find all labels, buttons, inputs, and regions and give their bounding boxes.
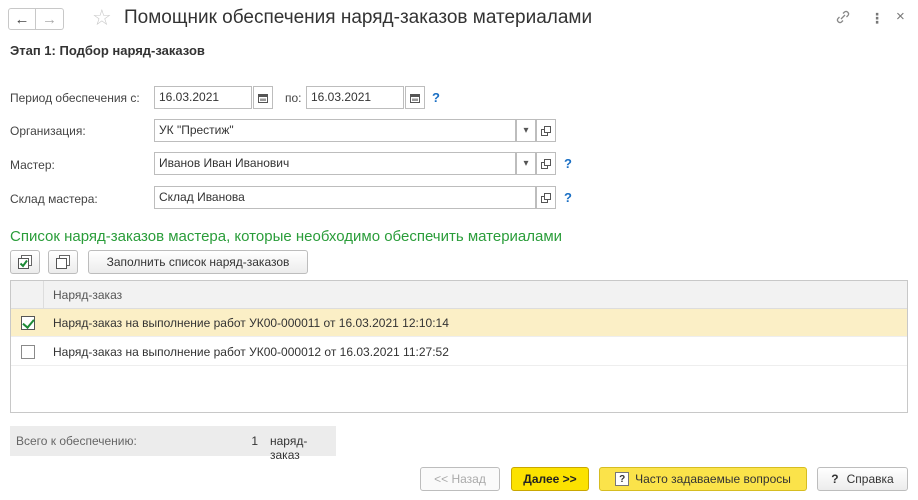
back-button[interactable]: << Назад <box>420 467 500 491</box>
favorite-star-icon[interactable]: ☆ <box>92 5 112 31</box>
uncheck-all-icon[interactable] <box>48 250 78 274</box>
row-checkbox[interactable] <box>21 316 35 330</box>
dropdown-arrow-icon[interactable]: ▾ <box>516 119 536 142</box>
back-arrow-icon[interactable]: ← <box>8 8 36 30</box>
organization-input[interactable]: УК "Престиж" <box>154 119 516 142</box>
question-icon: ? <box>831 472 839 486</box>
total-label: Всего к обеспечению: <box>16 434 137 448</box>
calendar-icon[interactable] <box>253 86 273 109</box>
help-icon[interactable]: ? <box>564 156 572 171</box>
header-check-column <box>11 281 44 309</box>
faq-label: Часто задаваемые вопросы <box>635 472 791 486</box>
dropdown-arrow-icon[interactable]: ▾ <box>516 152 536 175</box>
open-icon[interactable] <box>536 119 556 142</box>
window-title: Помощник обеспечения наряд-заказов матер… <box>124 7 593 28</box>
help-label: Справка <box>846 472 894 486</box>
help-icon[interactable]: ? <box>564 190 572 205</box>
row-checkbox[interactable] <box>21 345 35 359</box>
warehouse-input[interactable]: Склад Иванова <box>154 186 536 209</box>
period-from-input[interactable]: 16.03.2021 <box>154 86 252 109</box>
open-icon[interactable] <box>536 186 556 209</box>
check-all-icon[interactable] <box>10 250 40 274</box>
list-heading: Список наряд-заказов мастера, которые не… <box>10 228 563 245</box>
close-icon[interactable]: × <box>896 8 905 25</box>
next-button[interactable]: Далее >> <box>511 467 589 491</box>
stage-title: Этап 1: Подбор наряд-заказов <box>10 43 205 58</box>
faq-button[interactable]: ? Часто задаваемые вопросы <box>599 467 807 491</box>
more-menu-icon[interactable]: ⋮ <box>870 10 884 27</box>
warehouse-label: Склад мастера: <box>10 192 98 206</box>
total-unit: наряд-заказ <box>270 434 308 462</box>
calendar-icon[interactable] <box>405 86 425 109</box>
row-text: Наряд-заказ на выполнение работ УК00-000… <box>53 316 449 330</box>
row-text: Наряд-заказ на выполнение работ УК00-000… <box>53 345 449 359</box>
forward-arrow-icon[interactable]: → <box>36 8 64 30</box>
period-label: Период обеспечения с: <box>10 91 140 105</box>
question-icon: ? <box>615 472 630 486</box>
master-input[interactable]: Иванов Иван Иванович <box>154 152 516 175</box>
organization-label: Организация: <box>10 124 86 138</box>
table-row[interactable]: Наряд-заказ на выполнение работ УК00-000… <box>11 309 907 337</box>
period-to-input[interactable]: 16.03.2021 <box>306 86 404 109</box>
orders-table: Наряд-заказ Наряд-заказ на выполнение ра… <box>10 280 908 413</box>
open-icon[interactable] <box>536 152 556 175</box>
total-value: 1 <box>251 434 258 448</box>
total-panel: Всего к обеспечению: 1 наряд-заказ <box>10 426 336 462</box>
link-icon[interactable] <box>836 10 850 27</box>
table-header: Наряд-заказ <box>11 281 907 309</box>
window-header: ← → ☆ Помощник обеспечения наряд-заказов… <box>0 0 918 40</box>
help-icon[interactable]: ? <box>432 90 440 105</box>
help-button[interactable]: ? Справка <box>817 467 908 491</box>
column-header-order[interactable]: Наряд-заказ <box>53 288 122 302</box>
master-label: Мастер: <box>10 158 55 172</box>
fill-list-button[interactable]: Заполнить список наряд-заказов <box>88 250 308 274</box>
table-row[interactable]: Наряд-заказ на выполнение работ УК00-000… <box>11 338 907 366</box>
period-to-label: по: <box>285 91 302 105</box>
